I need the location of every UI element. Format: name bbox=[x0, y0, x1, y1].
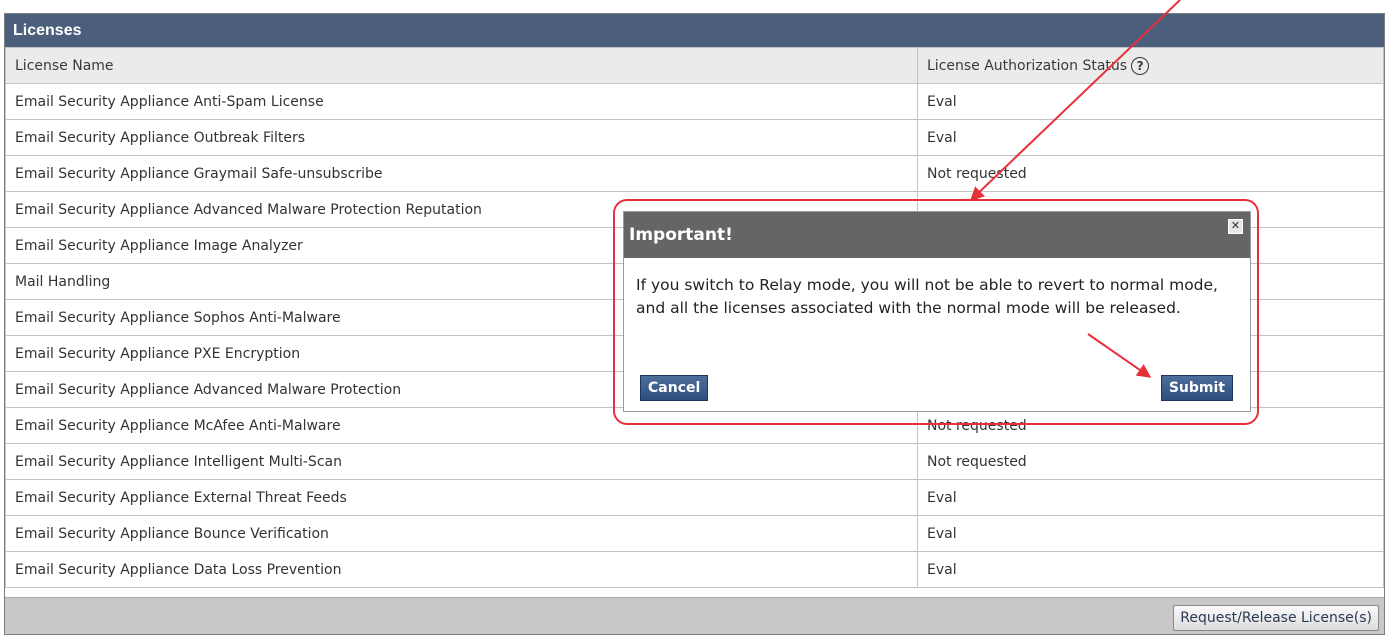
license-status-cell: Eval bbox=[917, 119, 1384, 156]
license-status-cell: Not requested bbox=[917, 155, 1384, 192]
column-header-status: License Authorization Status? bbox=[917, 47, 1384, 84]
help-icon[interactable]: ? bbox=[1131, 56, 1150, 75]
panel-title: Licenses bbox=[5, 14, 1384, 47]
column-header-license-name: License Name bbox=[5, 47, 918, 84]
table-row: Email Security Appliance Outbreak Filter… bbox=[5, 119, 1384, 156]
table-row: Email Security Appliance Bounce Verifica… bbox=[5, 515, 1384, 552]
license-name-cell: Email Security Appliance Bounce Verifica… bbox=[5, 515, 918, 552]
table-header-row: License Name License Authorization Statu… bbox=[5, 47, 1384, 84]
dialog-message: If you switch to Relay mode, you will no… bbox=[636, 276, 1218, 317]
license-name-cell: Email Security Appliance Outbreak Filter… bbox=[5, 119, 918, 156]
license-status-cell: Not requested bbox=[917, 443, 1384, 480]
license-name-cell: Email Security Appliance Intelligent Mul… bbox=[5, 443, 918, 480]
important-dialog: Important! ✕ If you switch to Relay mode… bbox=[623, 211, 1251, 412]
table-row: Email Security Appliance Anti-Spam Licen… bbox=[5, 83, 1384, 120]
request-release-licenses-button[interactable]: Request/Release License(s) bbox=[1173, 605, 1379, 631]
license-status-cell: Eval bbox=[917, 551, 1384, 588]
table-row: Email Security Appliance External Threat… bbox=[5, 479, 1384, 516]
license-status-cell: Eval bbox=[917, 83, 1384, 120]
license-name-cell: Email Security Appliance Graymail Safe-u… bbox=[5, 155, 918, 192]
dialog-title-bar: Important! ✕ bbox=[624, 212, 1250, 258]
license-status-cell: Eval bbox=[917, 479, 1384, 516]
license-name-cell: Email Security Appliance Data Loss Preve… bbox=[5, 551, 918, 588]
license-status-cell: Eval bbox=[917, 515, 1384, 552]
table-row: Email Security Appliance Data Loss Preve… bbox=[5, 551, 1384, 588]
table-row: Email Security Appliance Graymail Safe-u… bbox=[5, 155, 1384, 192]
column-header-status-label: License Authorization Status bbox=[927, 57, 1128, 74]
license-name-cell: Email Security Appliance External Threat… bbox=[5, 479, 918, 516]
submit-button[interactable]: Submit bbox=[1160, 375, 1233, 401]
dialog-title: Important! bbox=[629, 225, 733, 245]
panel-footer: Request/Release License(s) bbox=[5, 597, 1384, 634]
close-icon[interactable]: ✕ bbox=[1228, 219, 1243, 234]
cancel-button[interactable]: Cancel bbox=[640, 375, 709, 401]
license-name-cell: Email Security Appliance Anti-Spam Licen… bbox=[5, 83, 918, 120]
table-row: Email Security Appliance Intelligent Mul… bbox=[5, 443, 1384, 480]
